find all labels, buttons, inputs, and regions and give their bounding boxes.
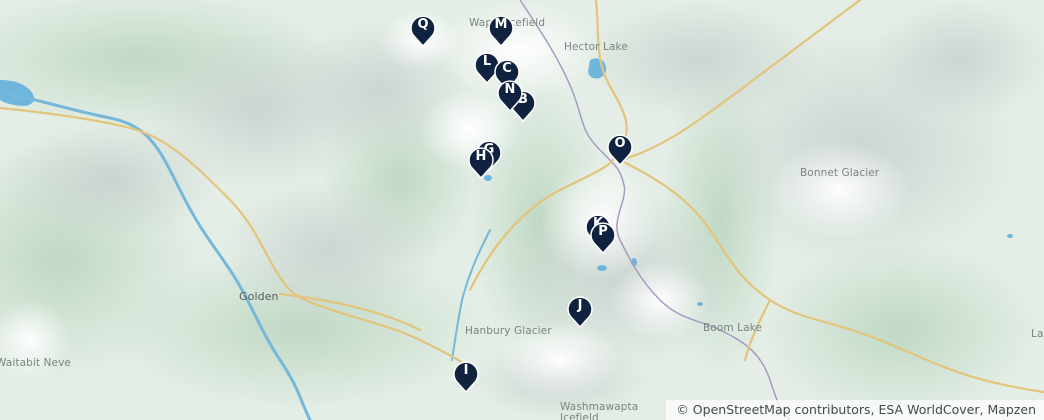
marker-label: I — [463, 363, 469, 378]
place-label-hector: Hector Lake — [564, 41, 628, 53]
marker-label: M — [494, 17, 508, 32]
map-marker-h[interactable]: H — [466, 144, 496, 180]
marker-label: P — [598, 224, 608, 239]
marker-label: H — [475, 149, 487, 164]
map-marker-q[interactable]: Q — [408, 12, 438, 48]
place-label-la: La — [1031, 328, 1044, 340]
place-label-waitabit-neve: Waitabit Neve — [0, 357, 71, 369]
map-marker-n[interactable]: N — [495, 77, 525, 113]
marker-label: O — [614, 136, 626, 151]
terrain-background — [0, 0, 1044, 420]
place-label-washmawapta: Washmawapta Icefield — [560, 401, 639, 420]
marker-label: C — [502, 61, 512, 76]
map-marker-j[interactable]: J — [565, 293, 595, 329]
map-attribution[interactable]: © OpenStreetMap contributors, ESA WorldC… — [666, 400, 1044, 420]
map-marker-o[interactable]: O — [605, 131, 635, 167]
map-canvas[interactable]: Wapta Icefield Hector Lake Bonnet Glacie… — [0, 0, 1044, 420]
map-marker-m[interactable]: M — [486, 12, 516, 48]
place-label-bonnet: Bonnet Glacier — [800, 167, 880, 179]
place-label-hanbury: Hanbury Glacier — [465, 325, 552, 337]
map-marker-i[interactable]: I — [451, 358, 481, 394]
marker-label: N — [504, 82, 516, 97]
place-label-golden: Golden — [239, 290, 279, 303]
map-marker-p[interactable]: P — [588, 219, 618, 255]
marker-label: Q — [417, 17, 429, 32]
marker-label: J — [577, 298, 583, 313]
place-label-boom: Boom Lake — [703, 322, 762, 334]
